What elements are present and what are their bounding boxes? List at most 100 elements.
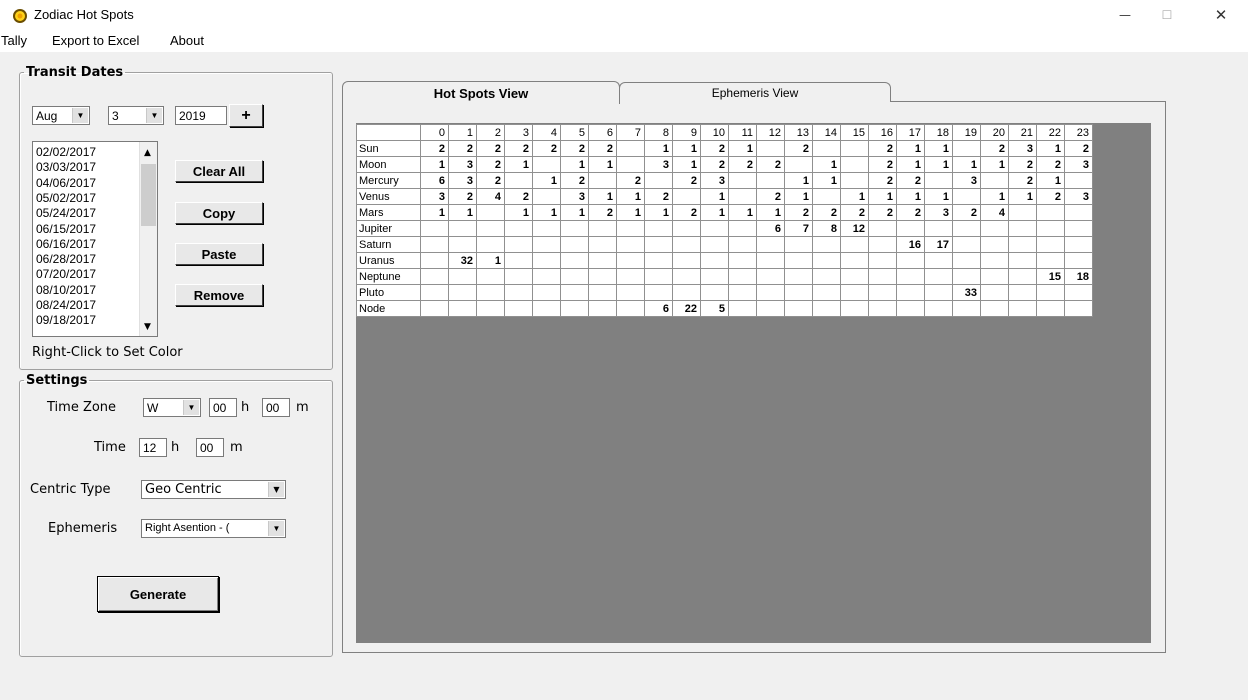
grid-cell[interactable]: [728, 268, 757, 285]
grid-cell[interactable]: 2: [868, 140, 897, 157]
grid-cell[interactable]: 1: [1036, 172, 1065, 189]
grid-cell[interactable]: 1: [448, 204, 477, 221]
grid-cell[interactable]: [616, 220, 645, 237]
grid-cell[interactable]: [924, 268, 953, 285]
grid-cell[interactable]: [700, 236, 729, 253]
grid-cell[interactable]: [756, 172, 785, 189]
grid-cell[interactable]: [784, 284, 813, 301]
grid-cell[interactable]: 2: [476, 156, 505, 173]
grid-cell[interactable]: [840, 300, 869, 317]
grid-cell[interactable]: [672, 252, 701, 269]
grid-cell[interactable]: [532, 252, 561, 269]
grid-cell[interactable]: [1064, 236, 1093, 253]
grid-cell[interactable]: [868, 284, 897, 301]
time-zone-direction-select[interactable]: W ▼: [143, 398, 201, 417]
grid-cell[interactable]: 1: [616, 204, 645, 221]
grid-cell[interactable]: 2: [728, 156, 757, 173]
grid-cell[interactable]: 3: [1064, 188, 1093, 205]
grid-cell[interactable]: [616, 300, 645, 317]
grid-cell[interactable]: [616, 156, 645, 173]
grid-cell[interactable]: 2: [560, 140, 589, 157]
grid-cell[interactable]: [1036, 284, 1065, 301]
grid-cell[interactable]: [1064, 204, 1093, 221]
grid-cell[interactable]: 6: [420, 172, 449, 189]
time-hours-input[interactable]: 12: [139, 438, 167, 457]
grid-cell[interactable]: 3: [448, 156, 477, 173]
grid-cell[interactable]: 2: [672, 204, 701, 221]
grid-cell[interactable]: [840, 172, 869, 189]
grid-cell[interactable]: 1: [756, 204, 785, 221]
year-input[interactable]: 2019: [175, 106, 227, 125]
grid-cell[interactable]: 2: [700, 156, 729, 173]
grid-cell[interactable]: [980, 268, 1009, 285]
grid-cell[interactable]: [784, 300, 813, 317]
grid-cell[interactable]: [700, 252, 729, 269]
grid-cell[interactable]: 2: [952, 204, 981, 221]
grid-cell[interactable]: [1008, 268, 1037, 285]
grid-cell[interactable]: [588, 300, 617, 317]
grid-cell[interactable]: [868, 220, 897, 237]
grid-cell[interactable]: 1: [924, 156, 953, 173]
grid-cell[interactable]: [644, 236, 673, 253]
grid-cell[interactable]: [476, 268, 505, 285]
grid-cell[interactable]: 2: [672, 172, 701, 189]
grid-cell[interactable]: [448, 268, 477, 285]
grid-cell[interactable]: [588, 252, 617, 269]
grid-cell[interactable]: [728, 236, 757, 253]
grid-cell[interactable]: 6: [756, 220, 785, 237]
grid-cell[interactable]: 1: [588, 188, 617, 205]
grid-cell[interactable]: [420, 220, 449, 237]
hot-spots-grid[interactable]: 0 1 2 3 4 5 6 7 8 9 10 11 12 13 14 15 16 17 18 19 20 21 22 23 Su…: [356, 124, 1093, 317]
grid-cell[interactable]: [476, 236, 505, 253]
grid-cell[interactable]: [1008, 220, 1037, 237]
grid-cell[interactable]: 1: [812, 172, 841, 189]
maximize-button[interactable]: ☐: [1144, 0, 1190, 30]
grid-cell[interactable]: [420, 268, 449, 285]
grid-cell[interactable]: 1: [644, 204, 673, 221]
tab-hot-spots-view[interactable]: Hot Spots View: [342, 81, 620, 104]
grid-cell[interactable]: [420, 252, 449, 269]
grid-cell[interactable]: [672, 236, 701, 253]
grid-cell[interactable]: 22: [672, 300, 701, 317]
grid-cell[interactable]: 3: [1008, 140, 1037, 157]
grid-cell[interactable]: [588, 284, 617, 301]
chevron-down-icon[interactable]: ▼: [144, 322, 151, 332]
grid-cell[interactable]: 1: [560, 156, 589, 173]
grid-cell[interactable]: [952, 252, 981, 269]
grid-cell[interactable]: [784, 252, 813, 269]
grid-cell[interactable]: [812, 268, 841, 285]
grid-cell[interactable]: [504, 284, 533, 301]
grid-cell[interactable]: [728, 252, 757, 269]
grid-cell[interactable]: 18: [1064, 268, 1093, 285]
grid-cell[interactable]: 2: [476, 172, 505, 189]
grid-cell[interactable]: 16: [896, 236, 925, 253]
grid-cell[interactable]: [840, 268, 869, 285]
grid-cell[interactable]: 6: [644, 300, 673, 317]
grid-cell[interactable]: [952, 188, 981, 205]
grid-cell[interactable]: [896, 284, 925, 301]
grid-cell[interactable]: [812, 252, 841, 269]
grid-cell[interactable]: [532, 188, 561, 205]
grid-cell[interactable]: [420, 300, 449, 317]
grid-cell[interactable]: 1: [672, 156, 701, 173]
menu-tally[interactable]: Tally: [1, 33, 27, 48]
grid-cell[interactable]: [868, 236, 897, 253]
grid-cell[interactable]: 1: [840, 188, 869, 205]
grid-cell[interactable]: [476, 300, 505, 317]
grid-cell[interactable]: 2: [504, 140, 533, 157]
grid-cell[interactable]: 2: [700, 140, 729, 157]
grid-cell[interactable]: [616, 268, 645, 285]
grid-cell[interactable]: [504, 220, 533, 237]
grid-cell[interactable]: [476, 204, 505, 221]
grid-cell[interactable]: 33: [952, 284, 981, 301]
copy-button[interactable]: Copy: [175, 202, 263, 224]
grid-cell[interactable]: 1: [504, 204, 533, 221]
list-item[interactable]: 06/28/2017: [36, 253, 96, 266]
grid-cell[interactable]: 2: [1008, 156, 1037, 173]
grid-cell[interactable]: [1036, 252, 1065, 269]
grid-cell[interactable]: [728, 284, 757, 301]
grid-cell[interactable]: [700, 268, 729, 285]
grid-cell[interactable]: 2: [784, 140, 813, 157]
grid-cell[interactable]: [560, 236, 589, 253]
grid-cell[interactable]: 2: [476, 140, 505, 157]
